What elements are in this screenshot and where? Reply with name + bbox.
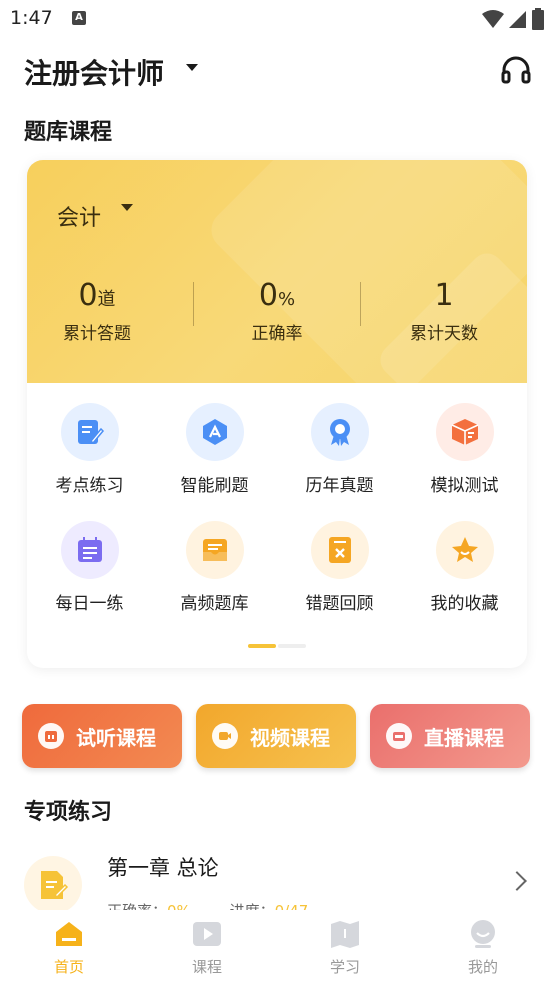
cube-box-icon [435,403,494,461]
chapter-title: 第一章 总论 [107,856,219,880]
play-icon [191,918,223,950]
video-camera-icon [212,723,238,749]
grid-item-high-frequency[interactable]: 高频题库 [152,521,277,614]
stat-accuracy: 0% 正确率 [251,278,303,344]
battery-icon [532,8,544,30]
exam-selector-title[interactable]: 注册会计师 [24,52,164,92]
grid-item-wrong-review[interactable]: 错题回顾 [277,521,402,614]
grid-item-topic-practice[interactable]: 考点练习 [27,403,152,496]
grid-item-daily-practice[interactable]: 每日一练 [27,521,152,614]
map-book-icon [329,918,361,950]
video-course-button[interactable]: 视频课程 [196,704,356,768]
practice-section-title: 专项练习 [24,800,113,825]
caret-down-icon[interactable] [186,64,198,71]
smart-hexagon-icon [185,403,244,461]
chevron-right-icon[interactable] [507,871,527,891]
award-ribbon-icon [310,403,369,461]
notification-icon: A [72,11,86,25]
stat-divider [360,282,361,326]
grid-item-smart-practice[interactable]: 智能刷题 [152,403,277,496]
stat-divider [193,282,194,326]
status-time: 1:47 [10,7,53,29]
calendar-list-icon [60,521,119,579]
home-icon [53,918,85,950]
wifi-icon [482,10,504,28]
question-bank-card: 会计 0道 累计答题 0% 正确率 1 累计天数 考点练习 智能刷题 历年真题 … [27,160,527,668]
bank-section-title: 题库课程 [24,120,113,145]
signal-icon [509,11,526,28]
status-icons [482,8,544,30]
page-dot-active [248,644,276,648]
calendar-badge-icon [38,723,64,749]
page-indicator [248,644,308,648]
subject-selector[interactable]: 会计 [57,200,101,232]
status-bar: 1:47 A [0,0,554,38]
wrong-book-icon [310,521,369,579]
grid-item-mock-test[interactable]: 模拟测试 [402,403,527,496]
nav-study[interactable]: 学习 [276,918,414,977]
mail-inbox-icon [185,521,244,579]
headset-icon[interactable] [500,54,532,86]
nav-mine[interactable]: 我的 [414,918,552,977]
trial-course-button[interactable]: 试听课程 [22,704,182,768]
live-course-button[interactable]: 直播课程 [370,704,530,768]
app-header: 注册会计师 [0,42,554,98]
edit-note-icon [60,403,119,461]
stat-total-days: 1 累计天数 [410,278,478,344]
document-pen-icon [24,856,82,914]
stat-total-answers: 0道 累计答题 [63,278,131,344]
bottom-nav: 首页 课程 学习 我的 [0,910,554,984]
bank-card-header: 会计 0道 累计答题 0% 正确率 1 累计天数 [27,160,527,383]
page-dot [278,644,306,648]
grid-item-past-exams[interactable]: 历年真题 [277,403,402,496]
nav-home[interactable]: 首页 [0,918,138,977]
profile-icon [467,918,499,950]
grid-item-favorites[interactable]: 我的收藏 [402,521,527,614]
practice-chapter-item[interactable]: 第一章 总论 正确率：0% 进度：0/47 [0,846,554,920]
live-badge-icon [386,723,412,749]
caret-down-icon[interactable] [121,204,133,211]
nav-course[interactable]: 课程 [138,918,276,977]
star-icon [435,521,494,579]
